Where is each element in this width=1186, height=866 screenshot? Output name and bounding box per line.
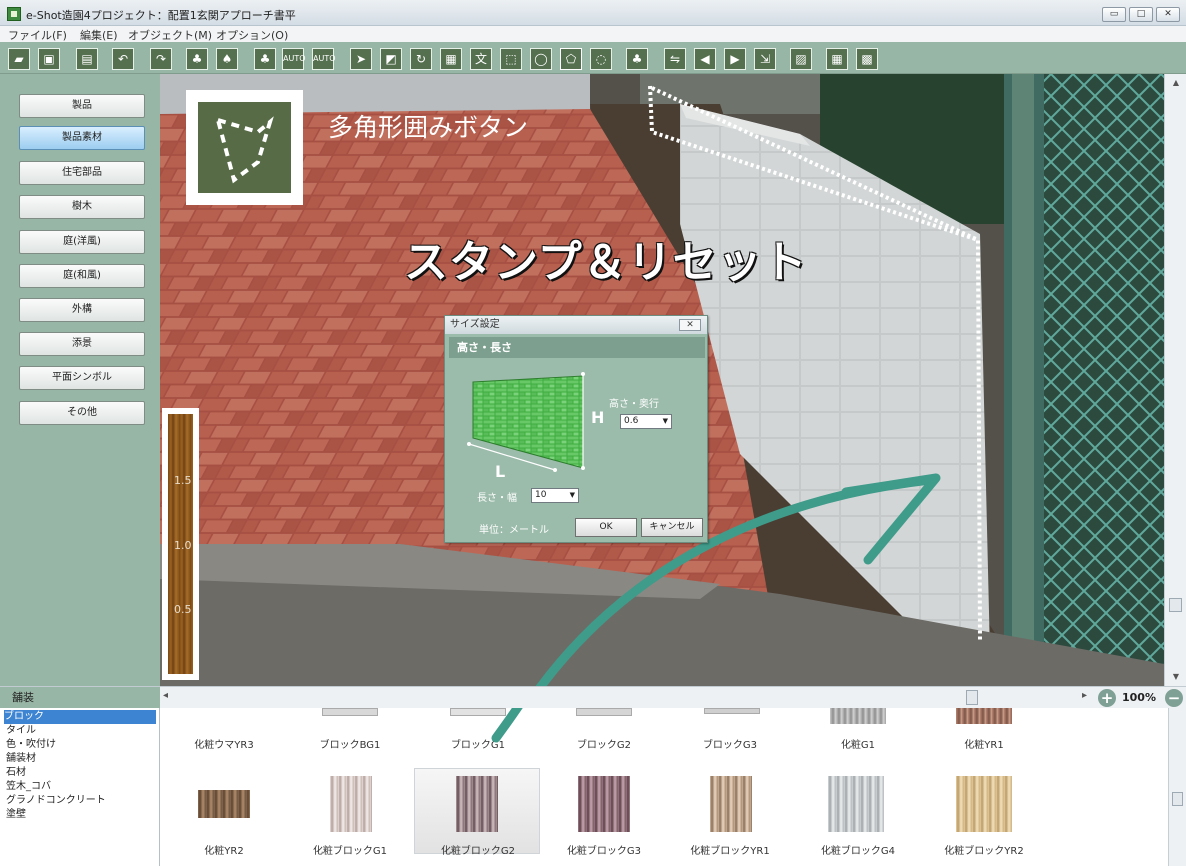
rotate-frame-icon[interactable]: ◩ bbox=[380, 48, 402, 70]
rotate-icon[interactable]: ↻ bbox=[410, 48, 432, 70]
polygon-enclose-logo bbox=[186, 90, 303, 205]
flip-icon[interactable]: ⇋ bbox=[664, 48, 686, 70]
category-button-trees[interactable]: 樹木 bbox=[19, 195, 145, 219]
material-category-item[interactable]: 笠木_コバ bbox=[6, 780, 158, 794]
height-select[interactable]: 0.6 ▼ bbox=[620, 414, 672, 429]
guide-arrow bbox=[491, 708, 523, 743]
length-select[interactable]: 10 ▼ bbox=[531, 488, 579, 503]
wall-illustration-icon bbox=[467, 372, 585, 472]
horizontal-bar: 舗装 ◂ ▸ + 100% − bbox=[0, 686, 1186, 708]
zoom-in-icon[interactable]: + bbox=[1098, 689, 1116, 707]
arrow-left-icon[interactable]: ◀ bbox=[694, 48, 716, 70]
material-category-item[interactable]: グラノドコンクリート bbox=[6, 794, 158, 808]
ellipse-select-icon[interactable]: ◯ bbox=[530, 48, 552, 70]
menu-option[interactable]: オプション(O) bbox=[216, 27, 288, 43]
toolbar: ▰ ▣ ▤ ↶ ↷ ♣ ♠ ♣ AUTO AUTO ➤ ◩ ↻ ▦ 文 ⬚ ◯ … bbox=[0, 42, 1186, 74]
forest-icon[interactable]: ♣ bbox=[254, 48, 276, 70]
category-panel: 製品 製品素材 住宅部品 樹木 庭(洋風) 庭(和風) 外構 添景 平面シンボル… bbox=[0, 74, 160, 686]
menu-bar: ファイル(F) 編集(E) オブジェクト(M) オプション(O) bbox=[0, 26, 1186, 42]
category-button-accessories[interactable]: 添景 bbox=[19, 332, 145, 356]
close-window-button[interactable]: ✕ bbox=[1156, 7, 1180, 22]
send-icon[interactable]: ⇲ bbox=[754, 48, 776, 70]
ok-button[interactable]: OK bbox=[575, 518, 637, 537]
auto-vertical-icon[interactable]: AUTO bbox=[312, 48, 336, 70]
material-group-label: 舗装 bbox=[0, 687, 160, 708]
category-button-plan-symbols[interactable]: 平面シンボル bbox=[19, 366, 145, 390]
menu-object[interactable]: オブジェクト(M) bbox=[128, 27, 212, 43]
hatch-icon[interactable]: ▨ bbox=[790, 48, 812, 70]
polygon-select-icon bbox=[215, 116, 274, 184]
tree-pair-icon[interactable]: ♣ bbox=[626, 48, 648, 70]
picture-frame-icon[interactable]: ▦ bbox=[440, 48, 462, 70]
gallery-scroll-thumb[interactable] bbox=[1172, 792, 1183, 806]
grid-edit-icon[interactable]: ▩ bbox=[856, 48, 878, 70]
trees-icon[interactable]: ♣ bbox=[186, 48, 208, 70]
ruler-mark: 1.5 bbox=[174, 474, 192, 487]
image-icon[interactable]: ▤ bbox=[76, 48, 98, 70]
chevron-down-icon: ▼ bbox=[662, 417, 668, 425]
length-width-label: 長さ・幅 bbox=[477, 493, 517, 504]
material-category-item[interactable]: タイル bbox=[6, 724, 158, 738]
material-category-list: ブロック タイル 色・吹付け 舗装材 石材 笠木_コバ グラノドコンクリート 塗… bbox=[0, 708, 160, 866]
redo-icon[interactable]: ↷ bbox=[150, 48, 172, 70]
scroll-up-icon[interactable]: ▲ bbox=[1165, 78, 1186, 87]
dialog-close-button[interactable]: ✕ bbox=[679, 319, 701, 331]
undo-icon[interactable]: ↶ bbox=[112, 48, 134, 70]
unit-label: 単位：メートル bbox=[479, 525, 549, 536]
minimize-button[interactable]: ▭ bbox=[1102, 7, 1126, 22]
material-category-item[interactable]: 舗装材 bbox=[6, 752, 158, 766]
height-letter: H bbox=[591, 408, 605, 427]
tree-image-icon[interactable]: ♠ bbox=[216, 48, 238, 70]
select-arrow-icon[interactable]: ➤ bbox=[350, 48, 372, 70]
height-depth-label: 高さ・奥行 bbox=[609, 399, 659, 410]
height-ruler[interactable]: 1.5 1.0 0.5 bbox=[162, 408, 199, 680]
size-settings-dialog: サイズ設定 ✕ 高さ・長さ H L 高さ・奥行 0.6 ▼ 長さ・幅 10 ▼ … bbox=[444, 315, 708, 543]
polygon-select-icon[interactable]: ⬠ bbox=[560, 48, 582, 70]
canvas-vertical-scrollbar[interactable]: ▲ ▼ bbox=[1164, 74, 1186, 686]
text-icon[interactable]: 文 bbox=[470, 48, 492, 70]
gallery-vertical-scrollbar[interactable] bbox=[1168, 708, 1186, 866]
category-button-other[interactable]: その他 bbox=[19, 401, 145, 425]
open-icon[interactable]: ▰ bbox=[8, 48, 30, 70]
category-button-exterior[interactable]: 外構 bbox=[19, 298, 145, 322]
menu-edit[interactable]: 編集(E) bbox=[80, 27, 118, 43]
save-icon[interactable]: ▣ bbox=[38, 48, 60, 70]
category-button-japanese-garden[interactable]: 庭(和風) bbox=[19, 264, 145, 288]
window-title: e-Shot造園4プロジェクト：配置1玄関アプローチ書平 bbox=[26, 9, 296, 22]
title-bar: e-Shot造園4プロジェクト：配置1玄関アプローチ書平 ▭ □ ✕ bbox=[0, 0, 1186, 26]
logo-caption: 多角形囲みボタン bbox=[328, 113, 529, 142]
category-button-materials[interactable]: 製品素材 bbox=[19, 126, 145, 150]
material-category-item[interactable]: 石材 bbox=[6, 766, 158, 780]
scroll-left-icon[interactable]: ◂ bbox=[163, 690, 168, 701]
auto-horizontal-icon[interactable]: AUTO bbox=[282, 48, 306, 70]
dialog-header: 高さ・長さ bbox=[449, 337, 705, 358]
dialog-title: サイズ設定 bbox=[445, 316, 707, 334]
material-category-item[interactable]: 色・吹付け bbox=[6, 738, 158, 752]
ruler-mark: 0.5 bbox=[174, 603, 192, 616]
material-gallery: 化粧ウマYR3 ブロックBG1 ブロックG1 ブロックG2 ブロックG3 化粧G… bbox=[160, 708, 1168, 866]
arrow-right-icon[interactable]: ▶ bbox=[724, 48, 746, 70]
app-icon bbox=[7, 7, 21, 21]
length-letter: L bbox=[495, 462, 506, 481]
material-category-item[interactable]: 塗壁 bbox=[6, 808, 158, 822]
ruler-mark: 1.0 bbox=[174, 539, 192, 552]
grid-icon[interactable]: ▦ bbox=[826, 48, 848, 70]
category-button-housing-parts[interactable]: 住宅部品 bbox=[19, 161, 145, 185]
scroll-down-icon[interactable]: ▼ bbox=[1165, 672, 1186, 681]
headline-caption: スタンプ＆リセット bbox=[404, 237, 808, 288]
rect-select-icon[interactable]: ⬚ bbox=[500, 48, 522, 70]
scroll-right-icon[interactable]: ▸ bbox=[1082, 690, 1087, 701]
scroll-thumb[interactable] bbox=[1169, 598, 1182, 612]
maximize-button[interactable]: □ bbox=[1129, 7, 1153, 22]
category-button-products[interactable]: 製品 bbox=[19, 94, 145, 118]
zoom-level: 100% bbox=[1122, 691, 1156, 704]
menu-file[interactable]: ファイル(F) bbox=[8, 27, 67, 43]
chevron-down-icon: ▼ bbox=[569, 491, 575, 499]
cancel-button[interactable]: キャンセル bbox=[641, 518, 703, 537]
freeform-select-icon[interactable]: ◌ bbox=[590, 48, 612, 70]
material-category-item[interactable]: ブロック bbox=[4, 710, 156, 724]
category-button-western-garden[interactable]: 庭(洋風) bbox=[19, 230, 145, 254]
horizontal-scroll-thumb[interactable] bbox=[966, 690, 978, 705]
zoom-out-icon[interactable]: − bbox=[1165, 689, 1183, 707]
